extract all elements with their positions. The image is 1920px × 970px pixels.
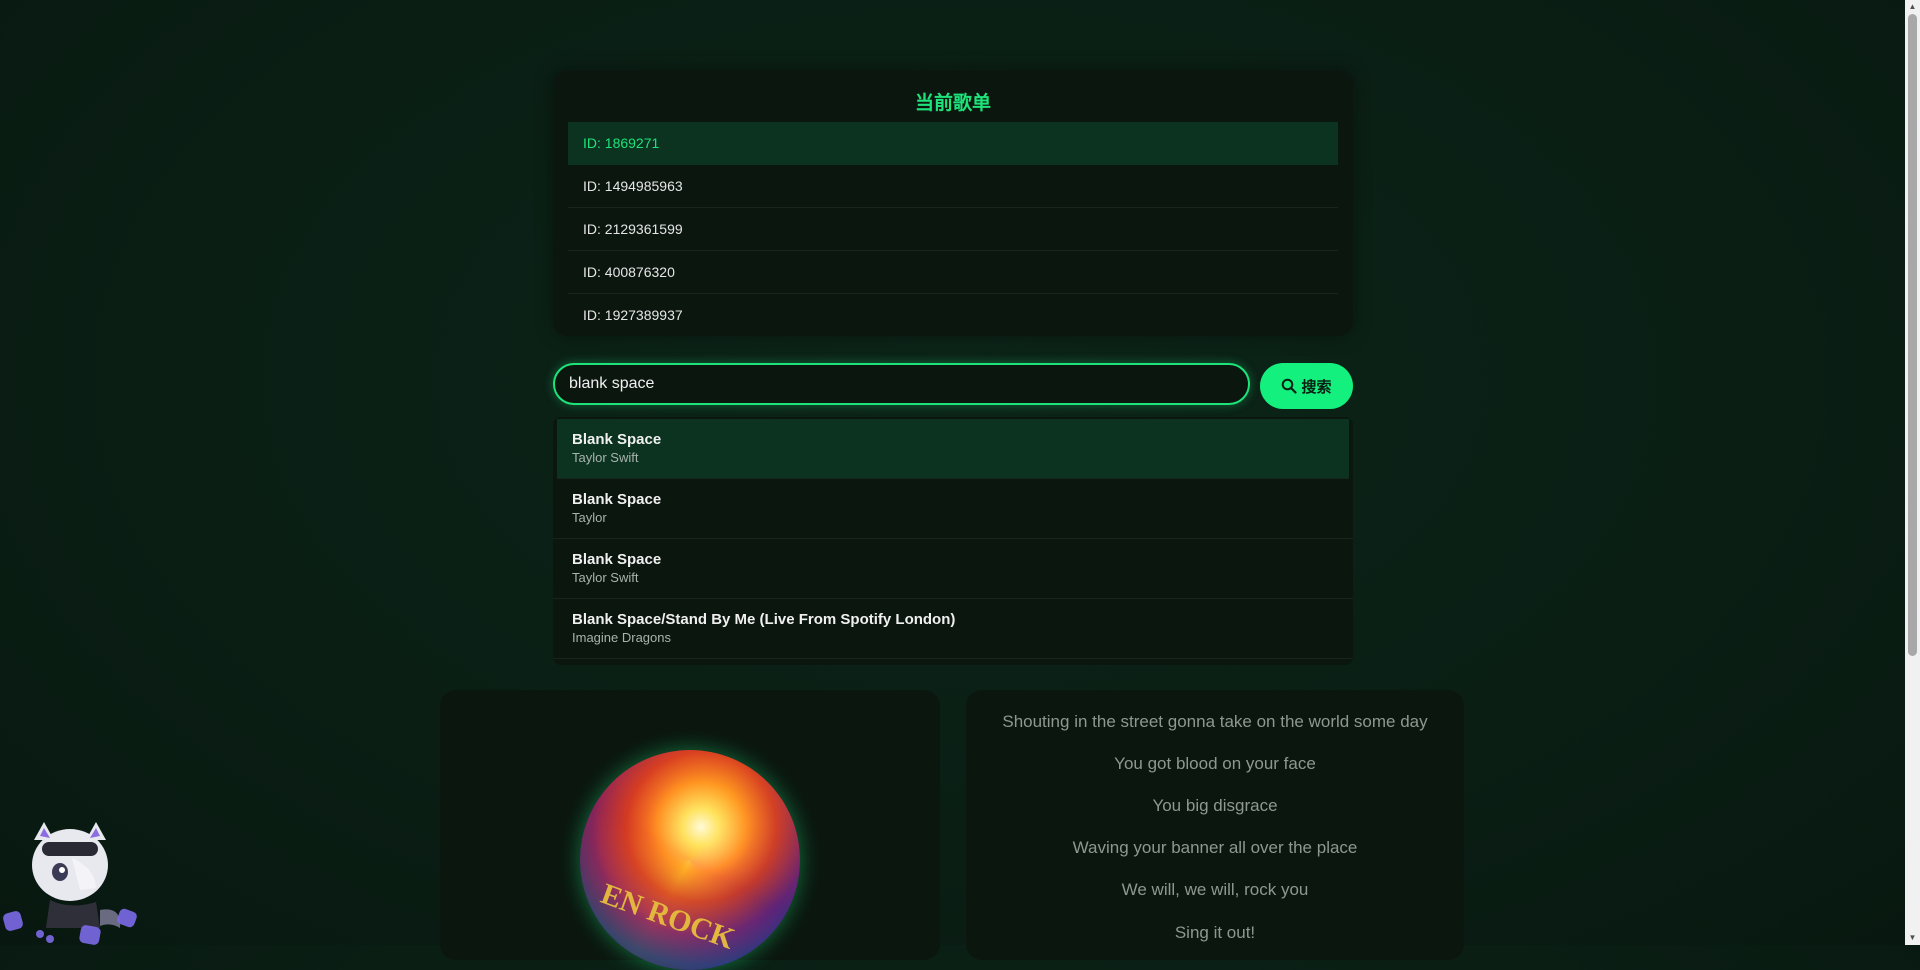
- playlist-item[interactable]: ID: 1869271: [568, 122, 1338, 165]
- album-cover[interactable]: EN ROCK: [580, 750, 800, 970]
- mascot-character[interactable]: [0, 810, 150, 945]
- lyric-line: You big disgrace: [1152, 796, 1278, 815]
- vertical-scrollbar[interactable]: ▲ ▼: [1905, 0, 1920, 945]
- search-button-label: 搜索: [1301, 378, 1332, 396]
- search-input[interactable]: [553, 363, 1250, 405]
- lyric-line: We will, we will, rock you: [1121, 880, 1309, 899]
- lyrics-panel: Shouting in the street gonna take on the…: [966, 690, 1464, 960]
- result-title: Blank Space: [572, 491, 662, 508]
- result-artist: Imagine Dragons: [572, 630, 671, 645]
- playlist-list: ID: 1869271 ID: 1494985963 ID: 212936159…: [568, 122, 1338, 336]
- lyric-line: Waving your banner all over the place: [1072, 838, 1358, 857]
- scroll-down-arrow-icon[interactable]: ▼: [1905, 931, 1920, 945]
- search-bar: 搜索: [553, 363, 1353, 409]
- scroll-thumb[interactable]: [1908, 14, 1917, 656]
- search-results-dropdown: Blank Space Taylor Swift Blank Space Tay…: [553, 417, 1353, 665]
- lyric-line: Shouting in the street gonna take on the…: [1002, 712, 1428, 731]
- scroll-up-arrow-icon[interactable]: ▲: [1905, 0, 1920, 14]
- result-title: Blank Space/Stand By Me (Live From Spoti…: [572, 611, 956, 628]
- result-artist: Taylor: [572, 510, 607, 525]
- search-result-item[interactable]: Blank Space Taylor Swift: [557, 419, 1349, 479]
- playlist-title: 当前歌单: [914, 93, 991, 114]
- search-result-item[interactable]: Blank Space Taylor Swift: [553, 539, 1353, 599]
- playlist-panel: 当前歌单 ID: 1869271 ID: 1494985963 ID: 2129…: [553, 70, 1353, 336]
- playlist-item[interactable]: ID: 1494985963: [568, 165, 1338, 208]
- result-artist: Taylor Swift: [572, 570, 639, 585]
- playlist-item[interactable]: ID: 2129361599: [568, 208, 1338, 251]
- playlist-item[interactable]: ID: 1927389937: [568, 294, 1338, 336]
- lyric-line: Sing it out!: [1174, 923, 1256, 942]
- result-title: Blank Space: [572, 551, 662, 568]
- result-title: Blank Space: [572, 431, 662, 448]
- search-result-item[interactable]: Blank Space/Stand By Me (Live From Spoti…: [553, 599, 1353, 659]
- search-icon: [1282, 378, 1298, 394]
- search-button[interactable]: 搜索: [1260, 363, 1353, 409]
- result-artist: Taylor Swift: [572, 450, 639, 465]
- playlist-item[interactable]: ID: 400876320: [568, 251, 1338, 294]
- lyric-line: You got blood on your face: [1114, 754, 1316, 773]
- search-result-item[interactable]: Blank Space Taylor: [553, 479, 1353, 539]
